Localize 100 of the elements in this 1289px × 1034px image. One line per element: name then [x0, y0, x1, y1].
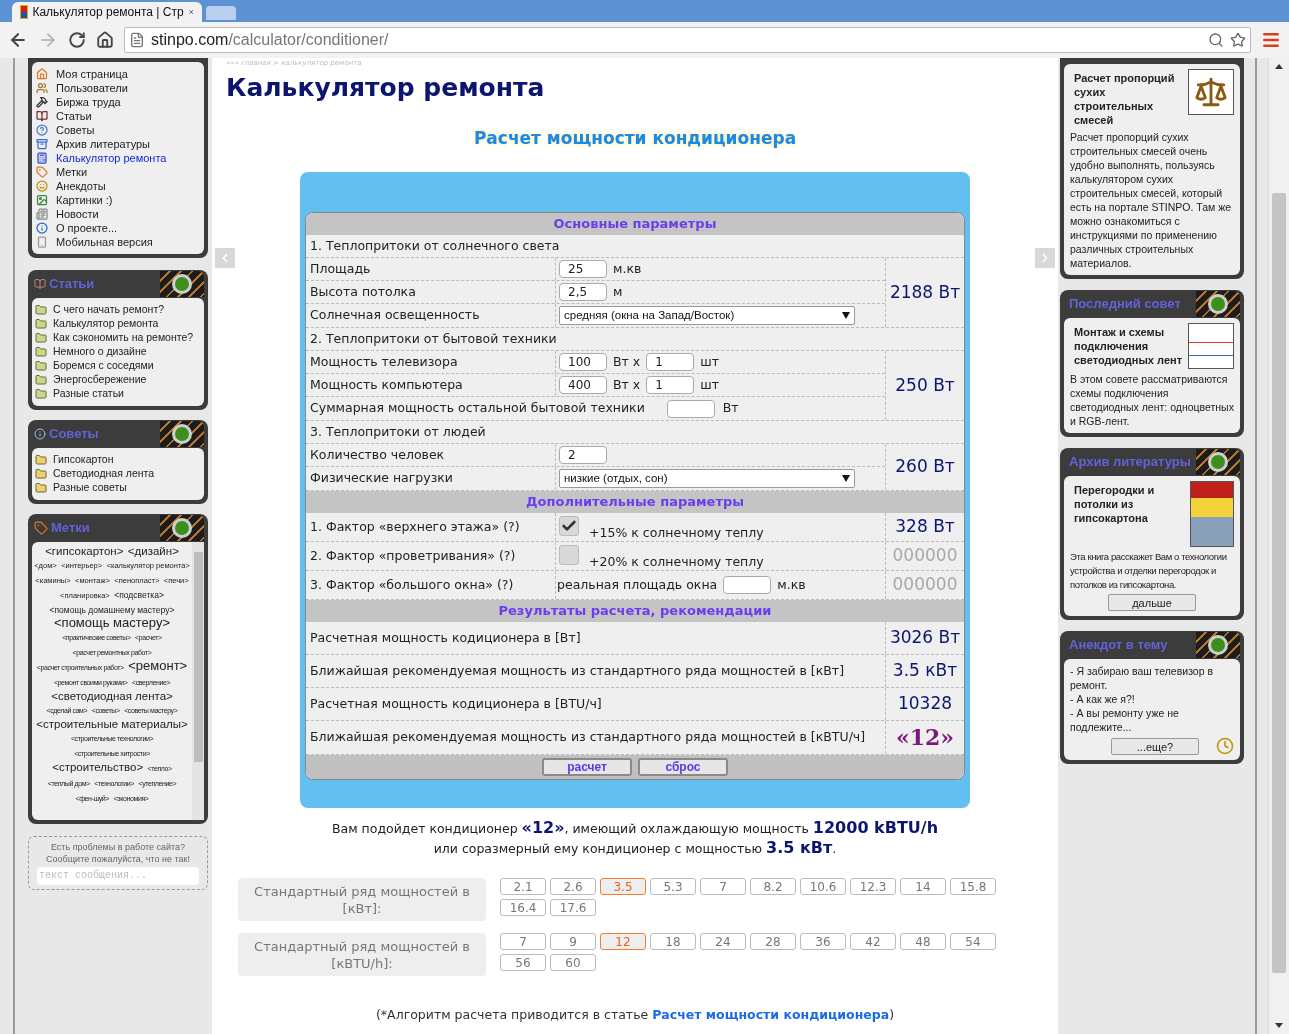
category-link[interactable]: Светодиодная лента — [53, 466, 155, 482]
power-option[interactable]: 5.3 — [650, 878, 696, 895]
result-value: 3026 Вт — [889, 626, 961, 650]
checkbox[interactable] — [559, 545, 579, 565]
power-option[interactable]: 60 — [550, 954, 596, 971]
book-cover-picture — [1190, 481, 1234, 547]
dropdown-select[interactable]: низкие (отдых, сон) — [559, 469, 855, 488]
folder-icon — [35, 346, 47, 358]
scroll-down-icon[interactable] — [1275, 1023, 1283, 1028]
unit-label: Вт — [722, 399, 739, 418]
article-link[interactable]: Расчет мощности кондиционера — [652, 1007, 890, 1022]
star-icon[interactable] — [1230, 32, 1246, 48]
power-option[interactable]: 8.2 — [750, 878, 796, 895]
tag-link[interactable]: <ремонт> — [128, 658, 188, 673]
scrollbar[interactable] — [192, 542, 204, 820]
reload-icon[interactable] — [68, 31, 86, 49]
page-scrollbar[interactable] — [1268, 58, 1289, 1034]
calculator-icon — [36, 152, 48, 164]
panel-title: Архив литературы — [1069, 453, 1191, 472]
dropdown-select[interactable]: средняя (окна на Запад/Восток) — [559, 306, 855, 325]
power-option[interactable]: 36 — [800, 933, 846, 950]
scroll-up-icon[interactable] — [1275, 64, 1283, 69]
power-option[interactable]: 42 — [850, 933, 896, 950]
field-label: Мощность телевизора — [310, 352, 458, 371]
input-field[interactable]: 2 — [559, 446, 607, 464]
category-link[interactable]: Немного о дизайне — [53, 344, 147, 360]
factor-note: +15% к солнечному теплу — [589, 524, 764, 542]
category-link[interactable]: Гипсокартон — [53, 452, 114, 468]
power-option[interactable]: 2.6 — [550, 878, 596, 895]
panel-title: Метки — [51, 519, 90, 538]
tag-link[interactable]: <помощь домашнему мастеру> — [49, 605, 175, 615]
group-heading: 3. Теплопритоки от людей — [310, 422, 486, 441]
tag-link[interactable]: <дизайн> — [127, 545, 179, 557]
category-link[interactable]: Энергосбережение — [53, 372, 147, 388]
tag-link[interactable]: <строительные материалы> — [36, 718, 188, 730]
category-link[interactable]: Боремся с соседями — [53, 358, 154, 374]
group-heading: 1. Теплопритоки от солнечного света — [310, 236, 560, 255]
power-option[interactable]: 54 — [950, 933, 996, 950]
search-icon[interactable] — [1208, 32, 1224, 48]
category-link[interactable]: С чего начать ремонт? — [53, 302, 165, 318]
category-link[interactable]: Разные советы — [53, 480, 127, 496]
tag-link[interactable]: <светодиодная лента> — [51, 690, 173, 702]
power-option[interactable]: 48 — [900, 933, 946, 950]
tag-link[interactable]: <подсветка> — [114, 590, 164, 600]
power-option[interactable]: 10.6 — [800, 878, 846, 895]
house-icon — [36, 68, 48, 80]
address-field[interactable]: stinpo.com/calculator/conditioner/ — [124, 27, 1251, 53]
power-option[interactable]: 2.1 — [500, 878, 546, 895]
input-field[interactable]: 100 — [559, 353, 607, 371]
field-label: 2. Фактор «проветривания» (?) — [310, 546, 516, 565]
power-option[interactable]: 15.8 — [950, 878, 996, 895]
folder-icon — [35, 468, 47, 480]
power-option[interactable]: 7 — [700, 878, 746, 895]
tag-icon — [34, 521, 48, 535]
input-field[interactable]: 1 — [646, 353, 695, 371]
power-option[interactable]: 7 — [500, 933, 546, 950]
result-value: 328 Вт — [895, 515, 955, 539]
back-icon[interactable] — [8, 30, 28, 50]
tag-link[interactable]: <строительство> — [52, 761, 144, 773]
input-field[interactable] — [666, 399, 715, 418]
power-option[interactable]: 12.3 — [850, 878, 896, 895]
power-option[interactable]: 24 — [700, 933, 746, 950]
folder-icon — [35, 388, 47, 400]
power-option[interactable]: 17.6 — [550, 899, 596, 916]
form-button[interactable]: расчет — [542, 758, 632, 776]
category-link[interactable]: Разные статьи — [53, 386, 124, 402]
next-button[interactable]: дальше — [1108, 594, 1196, 611]
category-link[interactable]: Калькулятор ремонта — [53, 316, 159, 332]
home-icon[interactable] — [96, 31, 114, 49]
browser-tab[interactable]: Калькулятор ремонта | Стр — [12, 2, 202, 22]
tag-link[interactable]: <гипсокартон> — [45, 545, 124, 557]
panel-title: Анекдот в тему — [1069, 636, 1168, 655]
series-label: Стандартный ряд мощностей в [кВт]: — [238, 878, 486, 921]
status-light-icon — [1208, 452, 1228, 472]
power-option[interactable]: 56 — [500, 954, 546, 971]
input-field[interactable] — [723, 576, 772, 594]
power-option[interactable]: 28 — [750, 933, 796, 950]
panel-title: Статьи — [49, 275, 95, 294]
input-field[interactable]: 1 — [646, 376, 695, 394]
input-field[interactable]: 2,5 — [559, 283, 607, 301]
power-option[interactable]: 16.4 — [500, 899, 546, 916]
field-label: 3. Фактор «большого окна» (?) — [310, 575, 514, 594]
input-field[interactable]: 25 — [559, 260, 607, 278]
power-option[interactable]: 14 — [900, 878, 946, 895]
checkbox[interactable] — [559, 516, 579, 536]
result-value: 000000 — [892, 573, 958, 597]
smile-icon — [36, 180, 48, 192]
power-option[interactable]: 18 — [650, 933, 696, 950]
field-label: Ближайшая рекомендуемая мощность из стандартного ряда мощностей в [кBTU/ч] — [310, 727, 866, 746]
category-link[interactable]: Как сэкономить на ремонте? — [53, 330, 194, 346]
result-value: 10328 — [897, 692, 953, 716]
form-button[interactable]: сброс — [638, 758, 728, 776]
power-option[interactable]: 9 — [550, 933, 596, 950]
unit-label: м — [613, 282, 623, 301]
clock-icon — [1216, 737, 1234, 755]
tag-link[interactable]: <помощь мастеру> — [54, 615, 170, 630]
menu-icon[interactable] — [1261, 30, 1281, 50]
unit-label: шт — [700, 352, 719, 371]
more-button[interactable]: ...еще? — [1111, 737, 1199, 755]
input-field[interactable]: 400 — [559, 376, 607, 394]
